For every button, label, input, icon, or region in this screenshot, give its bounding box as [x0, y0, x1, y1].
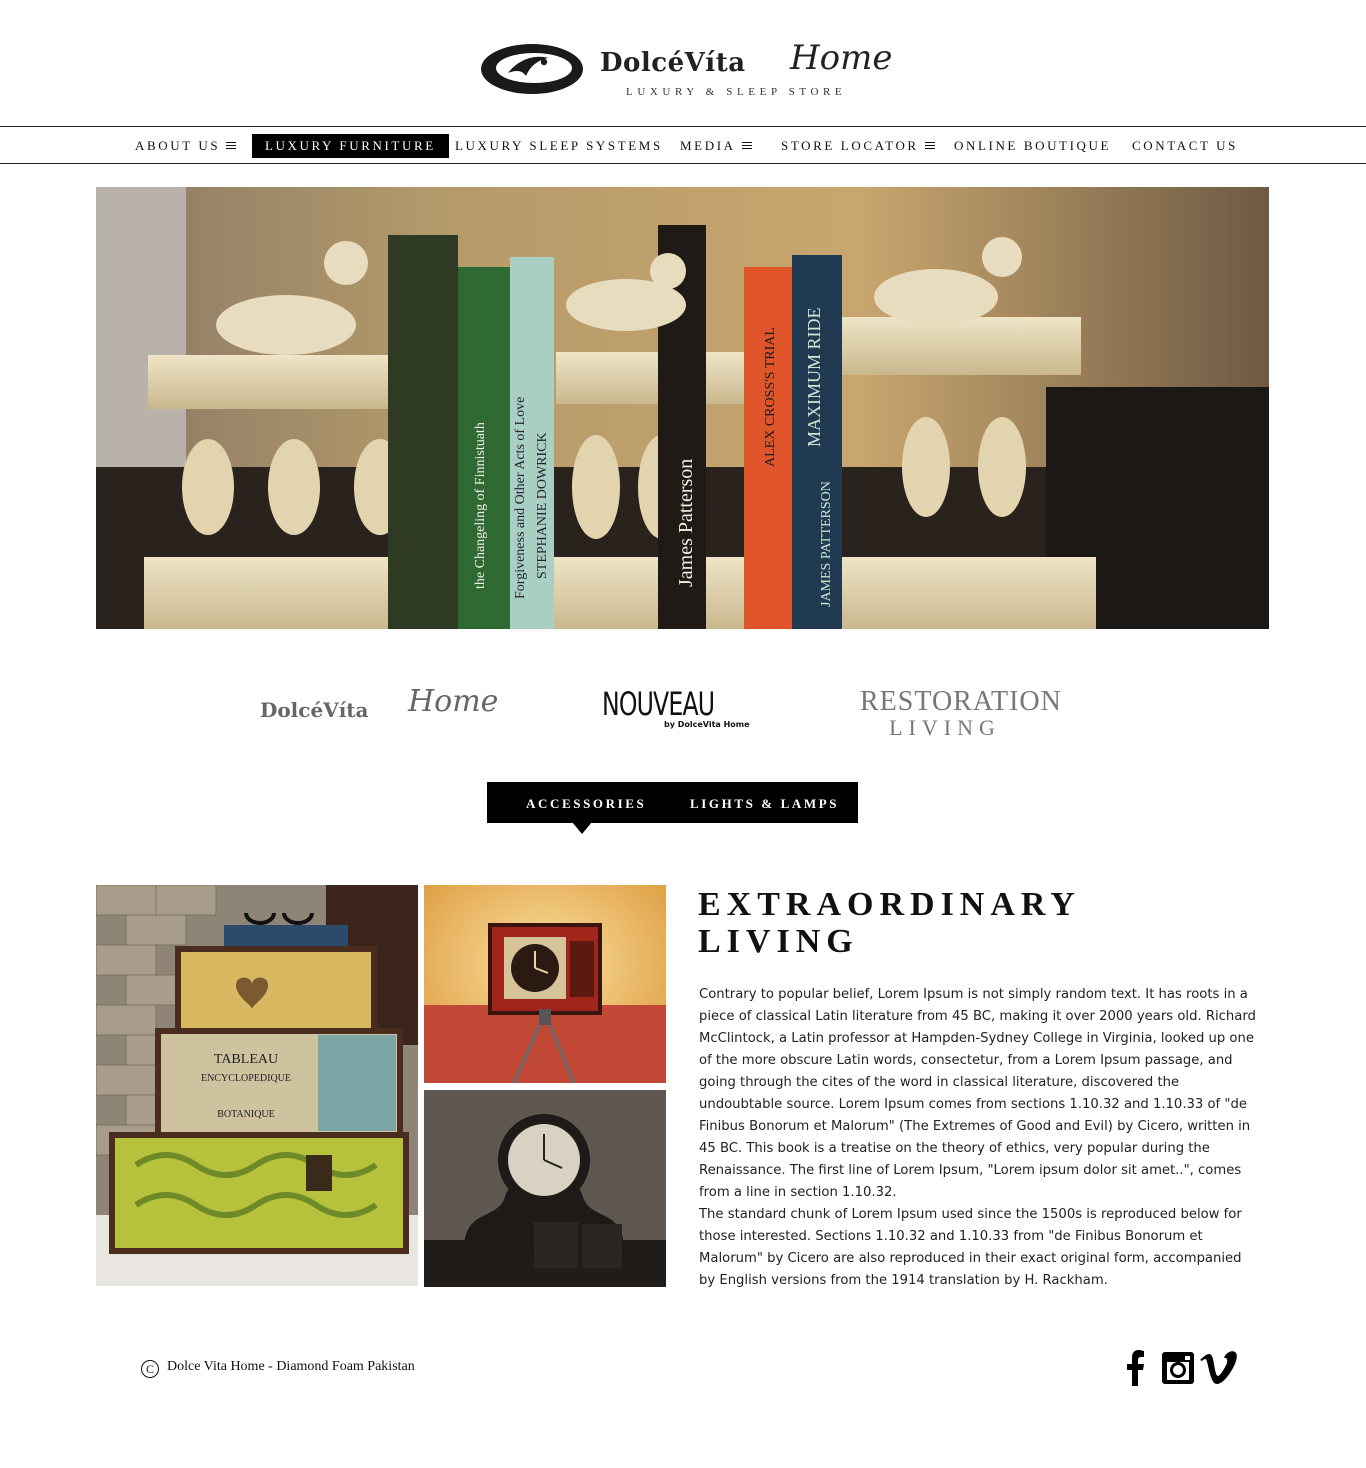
nav-label: LUXURY FURNITURE: [265, 138, 436, 153]
hero-book-title: Forgiveness and Other Acts of Love: [513, 397, 528, 599]
category-tabs: ACCESSORIES LIGHTS & LAMPS: [487, 782, 858, 823]
nav-label: MEDIA: [680, 138, 736, 153]
nav-label: ONLINE BOUTIQUE: [954, 138, 1112, 153]
nav-label: LUXURY SLEEP SYSTEMS: [455, 138, 663, 153]
trunk-label: TABLEAU: [214, 1052, 278, 1067]
footer-copyright: C Dolce Vita Home - Diamond Foam Pakistan: [141, 1356, 415, 1378]
tab-accessories[interactable]: ACCESSORIES: [526, 782, 646, 823]
main-nav: ABOUT US LUXURY FURNITURE LUXURY SLEEP S…: [0, 126, 1366, 164]
brand-line2: LIVING: [889, 715, 1001, 740]
hero-book-title: ALEX CROSS'S TRIAL: [763, 327, 778, 467]
brand-logo-dolcevita[interactable]: DolcéVíta Home: [260, 684, 500, 728]
brand-wordmark: NOUVEAU: [602, 685, 715, 723]
brand-sub: by DolceVita Home: [664, 720, 750, 729]
hero-book-title: STEPHANIE DOWRICK: [535, 432, 550, 579]
article-paragraph: Contrary to popular belief, Lorem Ipsum …: [699, 987, 1256, 1200]
nav-store-locator[interactable]: STORE LOCATOR: [768, 134, 948, 158]
logo-wordmark: DolcéVíta: [600, 48, 746, 78]
facebook-icon[interactable]: [1122, 1350, 1148, 1386]
trunk-label: BOTANIQUE: [217, 1109, 275, 1120]
gallery-image-mantel-clock[interactable]: [424, 1090, 666, 1287]
brand-logo-nouveau[interactable]: NOUVEAU by DolceVita Home: [602, 686, 752, 734]
menu-icon: [924, 142, 935, 149]
hero-book-title: MAXIMUM RIDE: [804, 307, 824, 447]
article-title: EXTRAORDINARY LIVING: [698, 886, 1198, 960]
site-logo[interactable]: DolcéVíta Home LUXURY & SLEEP STORE: [478, 36, 898, 104]
hero-book-title: JAMES PATTERSON: [819, 481, 834, 607]
article-paragraph: The standard chunk of Lorem Ipsum used s…: [699, 1207, 1242, 1288]
instagram-icon[interactable]: [1158, 1350, 1198, 1386]
logo-emblem-icon: [481, 44, 583, 94]
hero-banner-image: the Changeling of Finnistuath Forgivenes…: [96, 187, 1269, 629]
brand-script: Home: [408, 684, 499, 719]
article-title-line1: EXTRAORDINARY: [698, 886, 1081, 923]
active-tab-pointer: [572, 822, 592, 834]
nav-about-us[interactable]: ABOUT US: [122, 134, 249, 158]
hero-book-title: the Changeling of Finnistuath: [473, 422, 488, 589]
logo-script: Home: [790, 38, 893, 78]
hero-book-title: James Patterson: [675, 459, 697, 587]
nav-media[interactable]: MEDIA: [667, 134, 765, 158]
menu-icon: [226, 142, 237, 149]
nav-contact-us[interactable]: CONTACT US: [1119, 134, 1251, 158]
tab-lights-lamps[interactable]: LIGHTS & LAMPS: [690, 782, 839, 823]
copyright-text: Dolce Vita Home - Diamond Foam Pakistan: [167, 1359, 415, 1374]
article-title-line2: LIVING: [698, 923, 859, 960]
copyright-icon: C: [141, 1360, 159, 1378]
nav-label: STORE LOCATOR: [781, 138, 919, 153]
nav-luxury-furniture[interactable]: LUXURY FURNITURE: [252, 134, 449, 158]
trunk-label: ENCYCLOPEDIQUE: [201, 1073, 291, 1084]
logo-tagline: LUXURY & SLEEP STORE: [626, 86, 847, 98]
nav-label: CONTACT US: [1132, 138, 1238, 153]
vimeo-icon[interactable]: [1198, 1350, 1238, 1386]
gallery-image-trunks[interactable]: TABLEAU ENCYCLOPEDIQUE BOTANIQUE: [96, 885, 418, 1286]
brand-logo-restoration-living[interactable]: RESTORATION LIVING: [860, 686, 1062, 740]
nav-luxury-sleep-systems[interactable]: LUXURY SLEEP SYSTEMS: [442, 134, 676, 158]
nav-label: ABOUT US: [135, 138, 221, 153]
nav-online-boutique[interactable]: ONLINE BOUTIQUE: [941, 134, 1124, 158]
menu-icon: [741, 142, 752, 149]
brand-wordmark: DolcéVíta: [260, 698, 369, 722]
brand-line1: RESTORATION: [860, 686, 1062, 717]
gallery-image-clock-radio[interactable]: [424, 885, 666, 1083]
